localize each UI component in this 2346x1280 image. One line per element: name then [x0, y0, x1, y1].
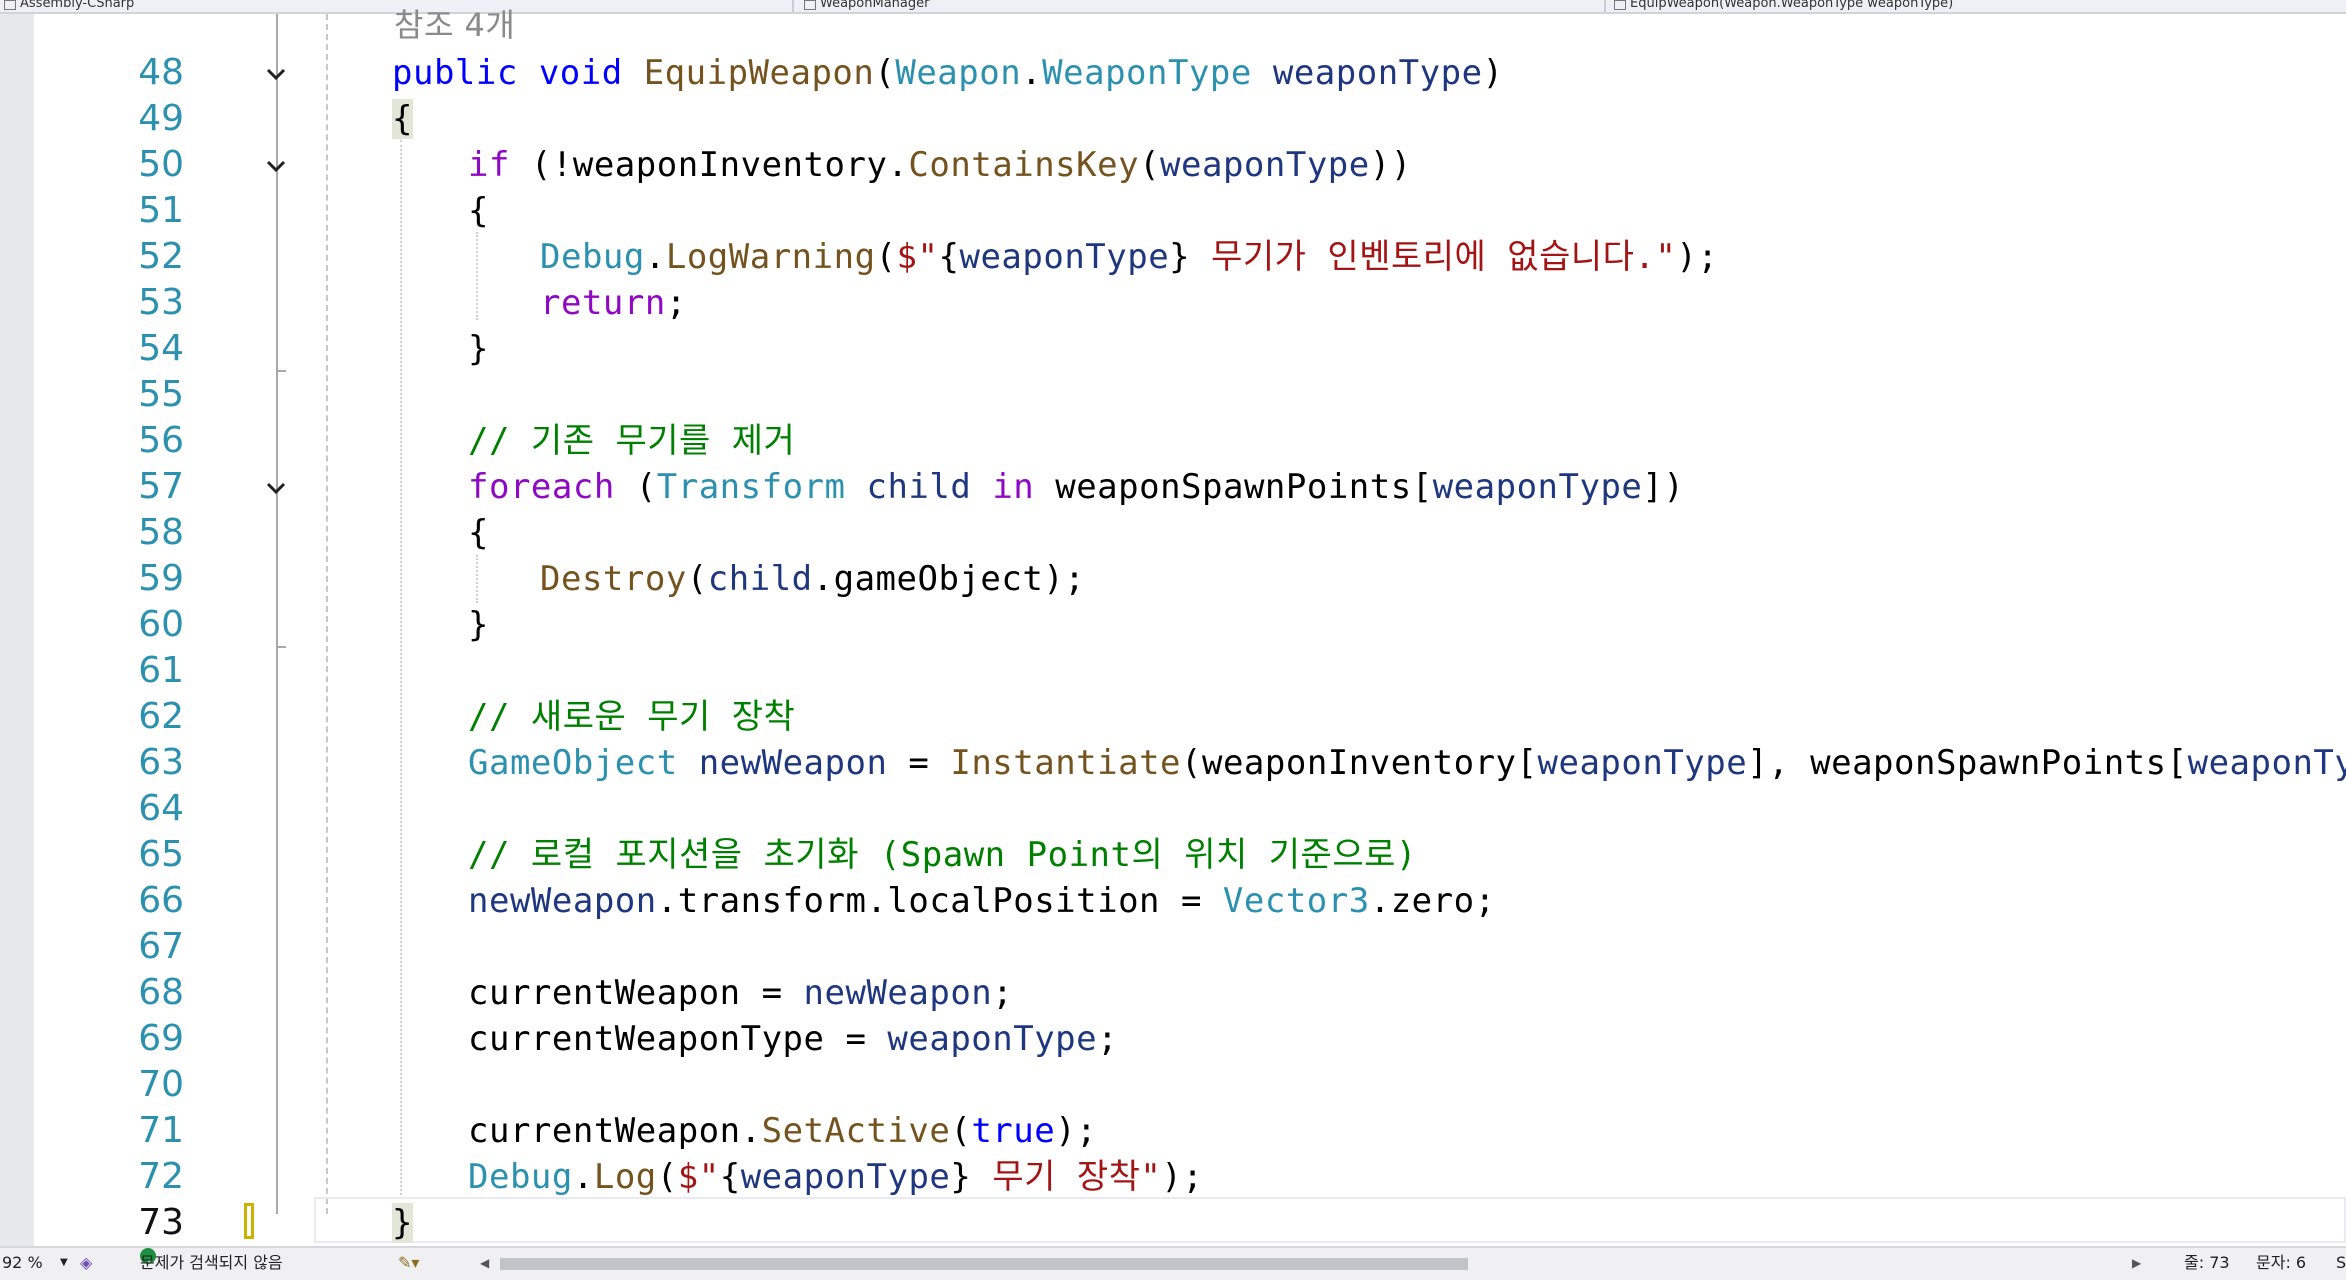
code-line: 66 newWeapon.transform.localPosition = V…: [0, 878, 2346, 924]
line-number: 49: [138, 98, 184, 139]
csharp-project-icon: [4, 0, 16, 10]
code-text[interactable]: {: [392, 96, 413, 142]
line-number: 51: [138, 190, 184, 231]
code-line: 59 Destroy(child.gameObject);: [0, 556, 2346, 602]
horizontal-scrollbar[interactable]: [478, 1256, 2140, 1270]
class-label: WeaponManager: [820, 0, 930, 11]
code-text[interactable]: public void EquipWeapon(Weapon.WeaponTyp…: [392, 50, 1504, 96]
code-text[interactable]: currentWeaponType = weaponType;: [468, 1016, 1118, 1062]
code-line: 64: [0, 786, 2346, 832]
code-text[interactable]: Debug.Log($"{weaponType} 무기 장착");: [468, 1154, 1203, 1200]
code-text[interactable]: if (!weaponInventory.ContainsKey(weaponT…: [468, 142, 1412, 188]
code-text[interactable]: return;: [540, 280, 687, 326]
code-comment[interactable]: // 새로운 무기 장착: [468, 694, 795, 740]
code-line: 73 }: [0, 1200, 2346, 1246]
line-number: 55: [138, 374, 184, 415]
code-line: 68 currentWeapon = newWeapon;: [0, 970, 2346, 1016]
code-line: 56 // 기존 무기를 제거: [0, 418, 2346, 464]
code-line: 69 currentWeaponType = weaponType;: [0, 1016, 2346, 1062]
code-text[interactable]: GameObject newWeapon = Instantiate(weapo…: [468, 740, 2346, 786]
code-text[interactable]: newWeapon.transform.localPosition = Vect…: [468, 878, 1496, 924]
code-text[interactable]: {: [468, 188, 489, 234]
line-number: 63: [138, 742, 184, 783]
line-number: 48: [138, 52, 184, 93]
line-number: 59: [138, 558, 184, 599]
code-line: 60 }: [0, 602, 2346, 648]
line-number: 52: [138, 236, 184, 277]
code-line: 61: [0, 648, 2346, 694]
code-text[interactable]: }: [468, 326, 489, 372]
collapse-chevron-icon[interactable]: [262, 474, 290, 502]
line-number: 67: [138, 926, 184, 967]
code-line: 48 public void EquipWeapon(Weapon.Weapon…: [0, 50, 2346, 96]
code-line: 57 foreach (Transform child in weaponSpa…: [0, 464, 2346, 510]
code-text[interactable]: foreach (Transform child in weaponSpawnP…: [468, 464, 1684, 510]
code-text[interactable]: }: [468, 602, 489, 648]
code-line: 58 {: [0, 510, 2346, 556]
line-number: 50: [138, 144, 184, 185]
line-number: 58: [138, 512, 184, 553]
line-number: 60: [138, 604, 184, 645]
column-indicator[interactable]: 문자: 6: [2256, 1248, 2306, 1278]
code-line: 63 GameObject newWeapon = Instantiate(we…: [0, 740, 2346, 786]
code-line: 70: [0, 1062, 2346, 1108]
code-line: 54 }: [0, 326, 2346, 372]
line-number: 64: [138, 788, 184, 829]
line-number: 69: [138, 1018, 184, 1059]
code-line: 55: [0, 372, 2346, 418]
code-line: 65 // 로컬 포지션을 초기화 (Spawn Point의 위치 기준으로): [0, 832, 2346, 878]
class-icon: [804, 0, 816, 10]
code-text[interactable]: {: [468, 510, 489, 556]
code-text[interactable]: Debug.LogWarning($"{weaponType} 무기가 인벤토리…: [540, 234, 1718, 280]
scrollbar-thumb[interactable]: [500, 1258, 1468, 1270]
zoom-dropdown-icon[interactable]: ▼: [60, 1248, 68, 1278]
code-line: 72 Debug.Log($"{weaponType} 무기 장착");: [0, 1154, 2346, 1200]
line-number: 71: [138, 1110, 184, 1151]
collapse-chevron-icon[interactable]: [262, 152, 290, 180]
code-line: 51 {: [0, 188, 2346, 234]
code-comment[interactable]: // 로컬 포지션을 초기화 (Spawn Point의 위치 기준으로): [468, 832, 1417, 878]
method-icon: [1614, 0, 1626, 10]
intellicode-icon[interactable]: ◈: [80, 1248, 92, 1278]
line-number: 66: [138, 880, 184, 921]
codelens-references[interactable]: 참조 4개: [394, 2, 515, 48]
member-dropdown[interactable]: EquipWeapon(Weapon.WeaponType weaponType…: [1610, 0, 2346, 12]
code-line: 50 if (!weaponInventory.ContainsKey(weap…: [0, 142, 2346, 188]
brush-icon[interactable]: ✎▾: [398, 1248, 419, 1278]
line-number: 57: [138, 466, 184, 507]
code-text[interactable]: currentWeapon = newWeapon;: [468, 970, 1013, 1016]
line-number: 73: [138, 1202, 184, 1243]
line-number: 54: [138, 328, 184, 369]
code-line: 49 {: [0, 96, 2346, 142]
navigation-bar: Assembly-CSharp WeaponManager EquipWeapo…: [0, 0, 2346, 14]
member-label: EquipWeapon(Weapon.WeaponType weaponType…: [1630, 0, 1954, 11]
code-text[interactable]: Destroy(child.gameObject);: [540, 556, 1085, 602]
code-line: 62 // 새로운 무기 장착: [0, 694, 2346, 740]
code-comment[interactable]: // 기존 무기를 제거: [468, 418, 795, 464]
line-indicator[interactable]: 줄: 73: [2184, 1248, 2230, 1278]
code-line: 71 currentWeapon.SetActive(true);: [0, 1108, 2346, 1154]
issues-text: 문제가 검색되지 않음: [140, 1253, 283, 1272]
line-number: 62: [138, 696, 184, 737]
zoom-level[interactable]: 92 %: [2, 1248, 43, 1278]
code-line: 53 return;: [0, 280, 2346, 326]
line-number: 70: [138, 1064, 184, 1105]
status-extra[interactable]: S: [2336, 1248, 2346, 1278]
line-number: 56: [138, 420, 184, 461]
code-text[interactable]: }: [392, 1200, 413, 1246]
line-number: 72: [138, 1156, 184, 1197]
line-number: 65: [138, 834, 184, 875]
line-number: 53: [138, 282, 184, 323]
project-label: Assembly-CSharp: [20, 0, 135, 11]
line-number: 68: [138, 972, 184, 1013]
line-number: 61: [138, 650, 184, 691]
code-line: 67: [0, 924, 2346, 970]
code-line: 52 Debug.LogWarning($"{weaponType} 무기가 인…: [0, 234, 2346, 280]
class-dropdown[interactable]: WeaponManager: [800, 0, 1606, 12]
collapse-chevron-icon[interactable]: [262, 60, 290, 88]
code-text[interactable]: currentWeapon.SetActive(true);: [468, 1108, 1097, 1154]
